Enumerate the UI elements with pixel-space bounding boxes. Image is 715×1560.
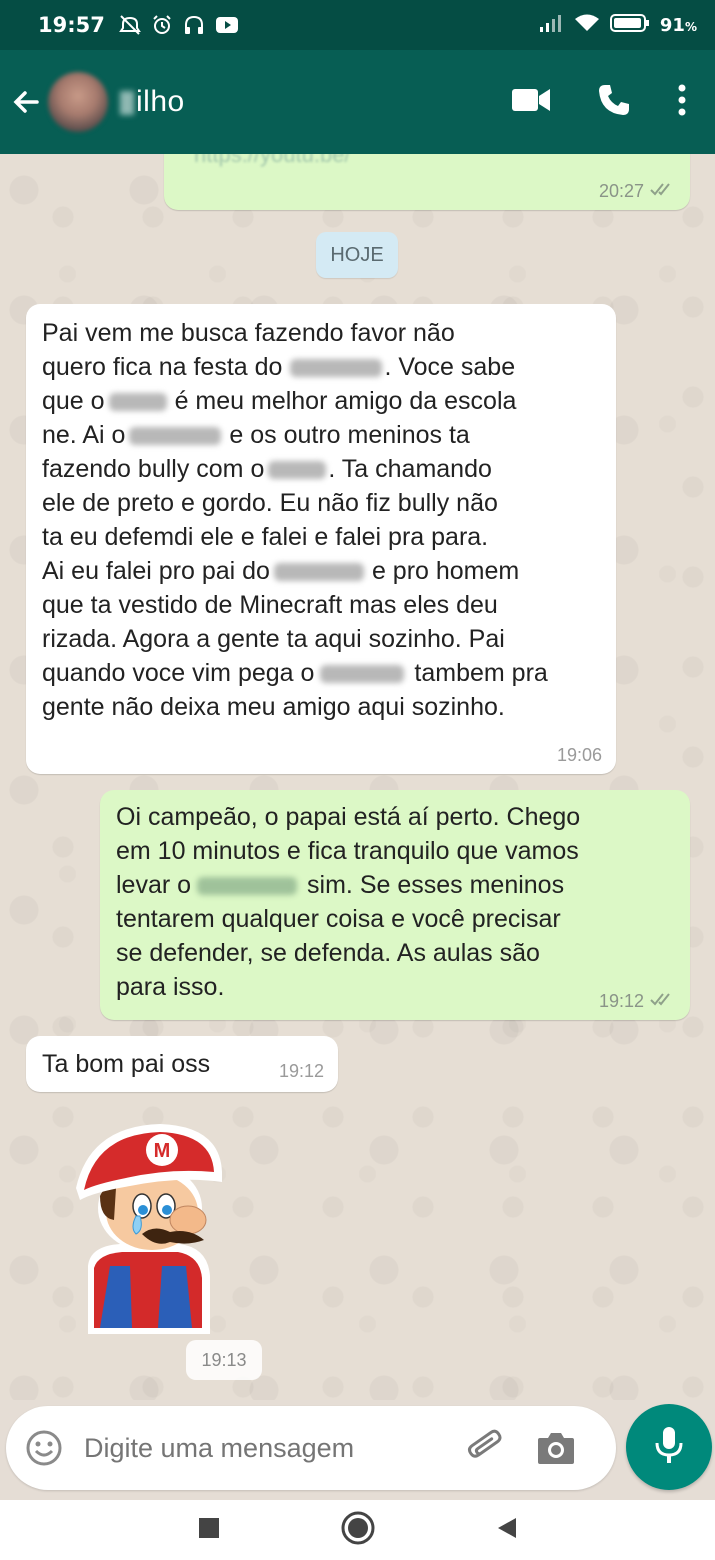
- status-bar: 19:57 91%: [0, 0, 715, 50]
- phone-icon[interactable]: [597, 83, 631, 122]
- message-input-box: [6, 1406, 616, 1490]
- incoming-message-long[interactable]: Pai vem me busca fazendo favor não quero…: [26, 304, 616, 774]
- blurred-name: [197, 877, 298, 896]
- previous-outgoing-message[interactable]: https://youtu.be/ 20:27: [164, 154, 690, 210]
- sticker-time: 19:13: [186, 1340, 262, 1380]
- message-text: Oi campeão, o papai está aí perto. Chego…: [116, 800, 686, 1004]
- blurred-name-part: [120, 91, 134, 116]
- line: Oi campeão, o papai está aí perto. Chego: [116, 803, 581, 831]
- more-options-icon[interactable]: [677, 83, 687, 122]
- message-time: 20:27: [598, 181, 644, 201]
- line: ta eu defemdi ele e falei e falei pra pa…: [42, 523, 489, 551]
- line: se defender, se defenda. As aulas são: [116, 939, 540, 967]
- line: fazendo bully com o. Ta chamando: [42, 455, 492, 483]
- wifi-icon: [574, 13, 600, 38]
- headphones-icon: [183, 14, 205, 36]
- line: quando voce vim pega o tambem pra: [42, 659, 548, 687]
- svg-text:M: M: [154, 1140, 171, 1162]
- blurred-name: [320, 665, 405, 684]
- back-arrow-icon[interactable]: [8, 84, 44, 120]
- blurred-name: [108, 393, 167, 412]
- read-checks-icon: [650, 181, 676, 202]
- line: Pai vem me busca fazendo favor não: [42, 319, 455, 347]
- line: rizada. Agora a gente ta aqui sozinho. P…: [42, 625, 505, 653]
- previous-message-link[interactable]: https://youtu.be/: [194, 154, 351, 172]
- date-divider: HOJE: [316, 232, 398, 278]
- contact-avatar[interactable]: [48, 72, 108, 132]
- chat-area[interactable]: https://youtu.be/ 20:27 HOJE Pai vem me …: [0, 154, 715, 1400]
- back-triangle-icon[interactable]: [496, 1516, 518, 1545]
- message-text: Ta bom pai oss: [42, 1050, 211, 1078]
- outgoing-message-reply[interactable]: Oi campeão, o papai está aí perto. Chego…: [100, 790, 690, 1020]
- battery-icon: [609, 13, 650, 38]
- message-meta: 19:12: [279, 1061, 324, 1082]
- composer-bar: [0, 1400, 715, 1500]
- status-time: 19:57: [38, 13, 105, 37]
- camera-icon[interactable]: [534, 1426, 578, 1470]
- read-checks-icon: [650, 991, 676, 1012]
- emoji-icon[interactable]: [24, 1428, 64, 1468]
- attach-icon[interactable]: [464, 1426, 508, 1470]
- message-input[interactable]: [84, 1432, 454, 1464]
- home-circle-icon[interactable]: [340, 1510, 376, 1551]
- crying-mario-sticker-icon[interactable]: M: [70, 1116, 230, 1336]
- blurred-name: [290, 359, 383, 378]
- line: ele de preto e gordo. Eu não fiz bully n…: [42, 489, 498, 517]
- line: ne. Ai oe os outro meninos ta: [42, 421, 470, 449]
- blurred-name: [273, 563, 364, 582]
- message-text: Pai vem me busca fazendo favor não quero…: [42, 316, 612, 724]
- blurred-name: [268, 461, 327, 480]
- recents-square-icon[interactable]: [198, 1517, 220, 1544]
- incoming-message-short[interactable]: Ta bom pai oss 19:12: [26, 1036, 338, 1092]
- microphone-icon: [653, 1425, 685, 1470]
- line: levar o sim. Se esses meninos: [116, 871, 565, 899]
- contact-name[interactable]: ilho: [120, 85, 185, 119]
- alarm-icon: [151, 14, 173, 36]
- message-time: 19:06: [556, 745, 602, 765]
- youtube-notification-icon: [215, 15, 239, 35]
- message-time: 19:12: [598, 991, 644, 1011]
- line: quero fica na festa do. Voce sabe: [42, 353, 516, 381]
- system-navigation-bar: [0, 1500, 715, 1560]
- message-meta: 19:06: [557, 745, 602, 766]
- do-not-disturb-icon: [118, 14, 141, 36]
- message-meta: 19:12: [599, 991, 676, 1012]
- message-time: 19:12: [278, 1061, 324, 1081]
- line: em 10 minutos e fica tranquilo que vamos: [116, 837, 579, 865]
- line: Ai eu falei pro pai do e pro homem: [42, 557, 520, 585]
- line: gente não deixa meu amigo aqui sozinho.: [42, 693, 505, 721]
- chat-header: ilho: [0, 50, 715, 154]
- line: tentarem qualquer coisa e você precisar: [116, 905, 561, 933]
- blurred-name: [129, 427, 222, 446]
- video-call-icon[interactable]: [511, 86, 551, 119]
- microphone-button[interactable]: [626, 1404, 712, 1490]
- line: que oé meu melhor amigo da escola: [42, 387, 517, 415]
- battery-percentage: 91%: [659, 14, 697, 36]
- line: que ta vestido de Minecraft mas eles deu: [42, 591, 498, 619]
- signal-icon: [538, 13, 564, 38]
- message-meta: 20:27: [599, 181, 676, 202]
